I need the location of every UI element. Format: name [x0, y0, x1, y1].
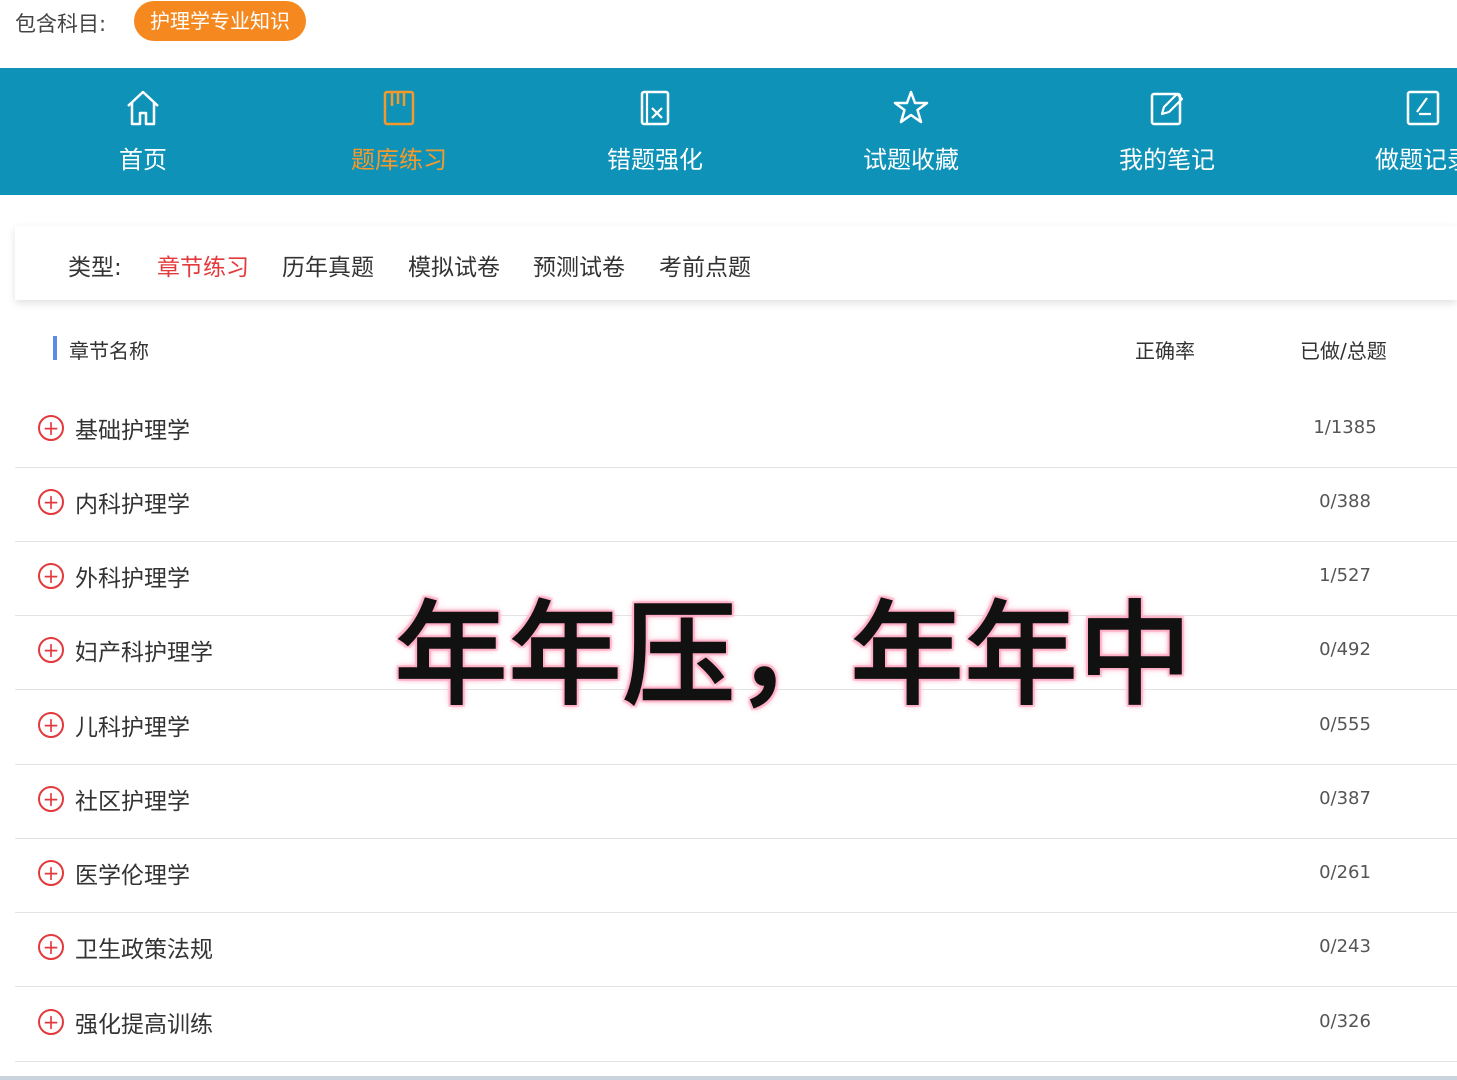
nav-item-favorites[interactable]: 试题收藏 [831, 68, 991, 195]
record-icon [1405, 88, 1441, 128]
table-row[interactable]: + 内科护理学 0/388 [15, 467, 1457, 542]
nav-item-question-bank[interactable]: 题库练习 [319, 68, 479, 195]
nav-label: 错题强化 [575, 140, 735, 175]
main-nav: 首页 题库练习 错题强化 试题收藏 我的笔记 做题记录 [0, 68, 1457, 195]
expand-plus-icon[interactable]: + [38, 563, 64, 589]
table-row[interactable]: + 卫生政策法规 0/243 [15, 912, 1457, 987]
progress-count: 0/387 [1305, 788, 1385, 809]
table-row[interactable]: + 强化提高训练 0/326 [15, 987, 1457, 1062]
type-option-chapter-practice[interactable]: 章节练习 [157, 248, 249, 282]
progress-count: 1/1385 [1305, 417, 1385, 438]
column-header-chapter-name: 章节名称 [69, 335, 149, 364]
expand-plus-icon[interactable]: + [38, 1009, 64, 1035]
type-option-predicted-papers[interactable]: 预测试卷 [533, 248, 625, 282]
subject-bar: 包含科目: 护理学专业知识 [0, 0, 1457, 68]
progress-count: 0/261 [1305, 862, 1385, 883]
chapter-name: 基础护理学 [75, 411, 190, 445]
nav-item-my-notes[interactable]: 我的笔记 [1087, 68, 1247, 195]
progress-count: 0/243 [1305, 936, 1385, 957]
star-icon [893, 88, 929, 128]
chapter-name: 外科护理学 [75, 559, 190, 593]
nav-item-home[interactable]: 首页 [63, 68, 223, 195]
type-filter-bar: 类型: 章节练习 历年真题 模拟试卷 预测试卷 考前点题 [15, 226, 1457, 300]
expand-plus-icon[interactable]: + [38, 934, 64, 960]
chapter-name: 妇产科护理学 [75, 633, 213, 667]
nav-label: 首页 [63, 140, 223, 175]
column-header-accuracy: 正确率 [1135, 335, 1195, 364]
expand-plus-icon[interactable]: + [38, 860, 64, 886]
nav-label: 试题收藏 [831, 140, 991, 175]
chapter-name: 卫生政策法规 [75, 930, 213, 964]
chapter-name: 社区护理学 [75, 782, 190, 816]
nav-label: 我的笔记 [1087, 140, 1247, 175]
edit-note-icon [1149, 88, 1185, 128]
chapter-name: 内科护理学 [75, 485, 190, 519]
expand-plus-icon[interactable]: + [38, 415, 64, 441]
table-row[interactable]: + 医学伦理学 0/261 [15, 838, 1457, 913]
nav-item-wrong-questions[interactable]: 错题强化 [575, 68, 735, 195]
chapter-name: 儿科护理学 [75, 708, 190, 742]
header-accent-bar [53, 336, 57, 360]
nav-label: 题库练习 [319, 140, 479, 175]
nav-label: 做题记录 [1343, 140, 1457, 175]
table-row[interactable]: + 社区护理学 0/387 [15, 764, 1457, 839]
book-icon [381, 88, 417, 128]
expand-plus-icon[interactable]: + [38, 637, 64, 663]
progress-count: 0/388 [1305, 491, 1385, 512]
subject-label: 包含科目: [15, 8, 106, 38]
overlay-caption: 年年压，年年中 [395, 565, 1193, 727]
table-row[interactable]: + 基础护理学 1/1385 [15, 393, 1457, 468]
column-header-progress: 已做/总题 [1300, 335, 1387, 364]
nav-item-records[interactable]: 做题记录 [1343, 68, 1457, 195]
expand-plus-icon[interactable]: + [38, 489, 64, 515]
progress-count: 0/555 [1305, 714, 1385, 735]
type-filter-label: 类型: [68, 248, 122, 282]
type-option-past-exams[interactable]: 历年真题 [282, 248, 374, 282]
progress-count: 1/527 [1305, 565, 1385, 586]
expand-plus-icon[interactable]: + [38, 712, 64, 738]
home-icon [125, 88, 161, 128]
chapter-name: 强化提高训练 [75, 1005, 213, 1039]
type-option-mock-papers[interactable]: 模拟试卷 [408, 248, 500, 282]
bottom-divider [0, 1076, 1457, 1080]
progress-count: 0/492 [1305, 639, 1385, 660]
subject-tag[interactable]: 护理学专业知识 [134, 1, 306, 41]
expand-plus-icon[interactable]: + [38, 786, 64, 812]
chapter-name: 医学伦理学 [75, 856, 190, 890]
type-option-pre-exam-tips[interactable]: 考前点题 [659, 248, 751, 282]
wrong-question-icon [637, 88, 673, 128]
progress-count: 0/326 [1305, 1011, 1385, 1032]
